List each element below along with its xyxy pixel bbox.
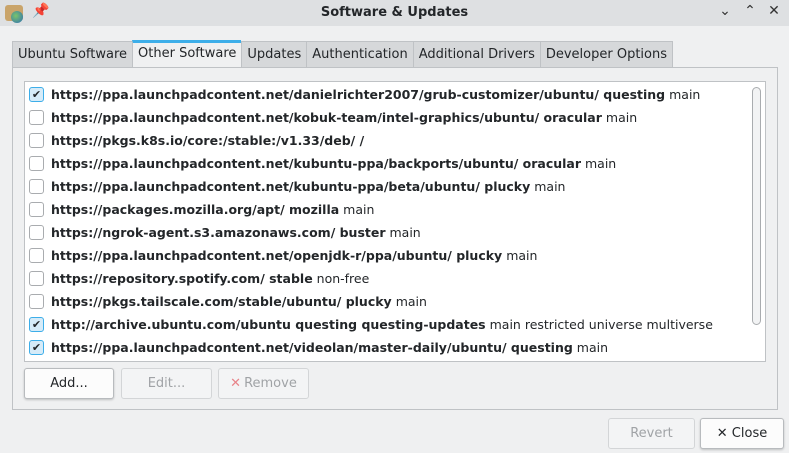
source-checkbox[interactable]: ✔ (29, 316, 44, 332)
source-components: main (534, 178, 566, 194)
source-components: main (395, 293, 427, 309)
tab-updates[interactable]: Updates (241, 41, 307, 68)
source-components: main (343, 201, 375, 217)
source-checkbox[interactable] (29, 293, 44, 309)
source-checkbox[interactable] (29, 132, 44, 148)
minimize-icon[interactable]: ⌄ (716, 3, 734, 19)
source-row[interactable]: https://pkgs.tailscale.com/stable/ubuntu… (29, 290, 427, 312)
source-checkbox[interactable] (29, 247, 44, 263)
source-components: main (576, 339, 609, 355)
source-uri: https://packages.mozilla.org/apt/ mozill… (51, 201, 340, 217)
source-row[interactable]: https://repository.spotify.com/ stable n… (29, 267, 369, 289)
source-checkbox[interactable] (29, 155, 44, 171)
remove-icon: ✕ (230, 376, 242, 391)
source-uri: https://ppa.launchpadcontent.net/kobuk-t… (51, 109, 602, 125)
tab-authentication[interactable]: Authentication (306, 41, 413, 68)
revert-button[interactable]: Revert (608, 418, 695, 449)
source-uri: https://repository.spotify.com/ stable (51, 270, 313, 286)
maximize-icon[interactable]: ⌃ (741, 3, 759, 19)
source-uri: https://ppa.launchpadcontent.net/kubuntu… (51, 178, 531, 194)
add-button[interactable]: Add... (24, 368, 114, 399)
source-uri: https://pkgs.k8s.io/core:/stable:/v1.33/… (51, 132, 365, 148)
close-window-icon[interactable]: ✕ (765, 3, 783, 19)
edit-button[interactable]: Edit... (121, 368, 212, 399)
source-row[interactable]: ✔ http://archive.ubuntu.com/ubuntu questi… (29, 313, 713, 335)
tab-bar: Ubuntu Software Other Software Updates A… (12, 40, 674, 68)
source-components: main (506, 247, 538, 263)
tab-additional-drivers[interactable]: Additional Drivers (412, 41, 540, 68)
source-components: main (585, 155, 617, 171)
tab-other-software[interactable]: Other Software (132, 40, 242, 68)
close-icon: ✕ (716, 426, 732, 441)
close-label: Close (731, 426, 768, 441)
source-components: main (669, 86, 701, 102)
source-row[interactable]: https://packages.mozilla.org/apt/ mozill… (29, 198, 374, 220)
source-uri: https://ppa.launchpadcontent.net/videola… (51, 339, 573, 355)
source-components: main (605, 109, 638, 125)
source-uri: https://ngrok-agent.s3.amazonaws.com/ bu… (51, 224, 386, 240)
source-row[interactable]: https://ppa.launchpadcontent.net/openjdk… (29, 244, 537, 266)
source-checkbox[interactable] (29, 178, 44, 194)
source-checkbox[interactable] (29, 109, 44, 125)
source-uri: http://archive.ubuntu.com/ubuntu questin… (51, 316, 486, 332)
source-checkbox[interactable]: ✔ (29, 86, 44, 102)
source-row[interactable]: https://ppa.launchpadcontent.net/kobuk-t… (29, 106, 637, 128)
source-row[interactable]: https://ppa.launchpadcontent.net/kubuntu… (29, 152, 616, 174)
source-row[interactable]: ✔ https://ppa.launchpadcontent.net/daniel… (29, 83, 700, 105)
source-row[interactable]: ✔ https://ppa.launchpadcontent.net/videol… (29, 336, 608, 358)
source-checkbox[interactable]: ✔ (29, 339, 44, 355)
source-uri: https://ppa.launchpadcontent.net/kubuntu… (51, 155, 582, 171)
title-bar: 📌 Software & Updates ⌄ ⌃ ✕ (0, 0, 789, 26)
tab-ubuntu-software[interactable]: Ubuntu Software (12, 41, 133, 68)
source-checkbox[interactable] (29, 270, 44, 286)
source-row[interactable]: https://ngrok-agent.s3.amazonaws.com/ bu… (29, 221, 421, 243)
scrollbar[interactable] (752, 87, 761, 325)
source-row[interactable]: https://pkgs.k8s.io/core:/stable:/v1.33/… (29, 129, 368, 151)
source-uri: https://pkgs.tailscale.com/stable/ubuntu… (51, 293, 392, 309)
source-checkbox[interactable] (29, 201, 44, 217)
source-components: non-free (316, 270, 370, 286)
source-row[interactable]: https://ppa.launchpadcontent.net/kubuntu… (29, 175, 565, 197)
close-button[interactable]: ✕ Close (700, 418, 784, 449)
source-uri: https://ppa.launchpadcontent.net/openjdk… (51, 247, 503, 263)
source-uri: https://ppa.launchpadcontent.net/danielr… (51, 86, 666, 102)
window-title: Software & Updates (320, 5, 469, 20)
sources-list: ✔ https://ppa.launchpadcontent.net/daniel… (24, 81, 766, 362)
source-components: main restricted universe multiverse (489, 316, 713, 332)
source-checkbox[interactable] (29, 224, 44, 240)
remove-label: Remove (244, 376, 297, 391)
tab-developer-options[interactable]: Developer Options (539, 41, 674, 68)
source-components: main (389, 224, 421, 240)
remove-button[interactable]: ✕ Remove (218, 368, 309, 399)
